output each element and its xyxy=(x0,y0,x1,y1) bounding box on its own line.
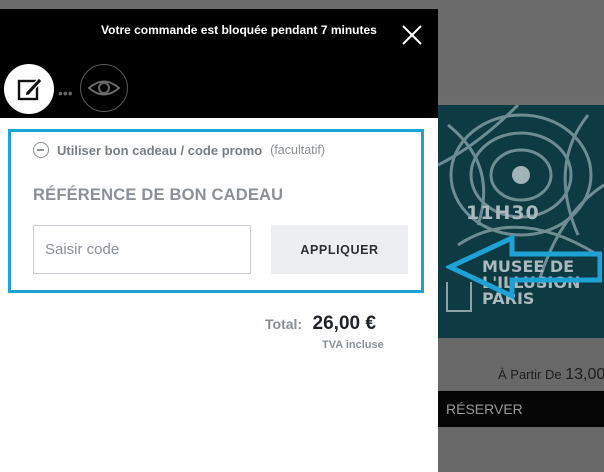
vat-note: TVA incluse xyxy=(322,339,384,351)
promo-toggle-label: Utiliser bon cadeau / code promo xyxy=(57,142,263,158)
checkout-modal: Votre commande est bloquée pendant 7 min… xyxy=(0,9,438,472)
edit-icon xyxy=(17,77,43,101)
total-label: Total: xyxy=(265,316,303,332)
price-value: 13,00 xyxy=(565,366,604,383)
price-from: À Partir De 13,00 xyxy=(498,366,604,384)
close-icon[interactable] xyxy=(401,24,423,46)
step-preview[interactable] xyxy=(80,64,128,112)
step-connector: ••• xyxy=(58,85,73,101)
reserve-button[interactable]: RÉSERVER xyxy=(438,391,604,427)
gift-code-input[interactable] xyxy=(33,225,251,274)
total-value: 26,00 € xyxy=(312,313,376,334)
collapse-minus-icon xyxy=(33,142,49,158)
promo-code-panel: Utiliser bon cadeau / code promo (facult… xyxy=(8,129,424,293)
price-prefix: À Partir De xyxy=(498,367,562,382)
step-edit[interactable] xyxy=(4,64,54,114)
total-row: Total: 26,00 € xyxy=(265,313,376,335)
modal-header: Votre commande est bloquée pendant 7 min… xyxy=(0,9,438,118)
apply-button[interactable]: APPLIQUER xyxy=(271,225,408,274)
timer-message: Votre commande est bloquée pendant 7 min… xyxy=(101,23,377,37)
promo-toggle[interactable]: Utiliser bon cadeau / code promo (facult… xyxy=(33,142,325,158)
eye-icon xyxy=(87,80,121,96)
pointer-arrow-icon xyxy=(446,234,602,300)
promo-optional-label: (facultatif) xyxy=(270,143,326,157)
poster-time: 11H30 xyxy=(466,202,540,224)
gift-card-heading: RÉFÉRENCE DE BON CADEAU xyxy=(33,186,284,204)
